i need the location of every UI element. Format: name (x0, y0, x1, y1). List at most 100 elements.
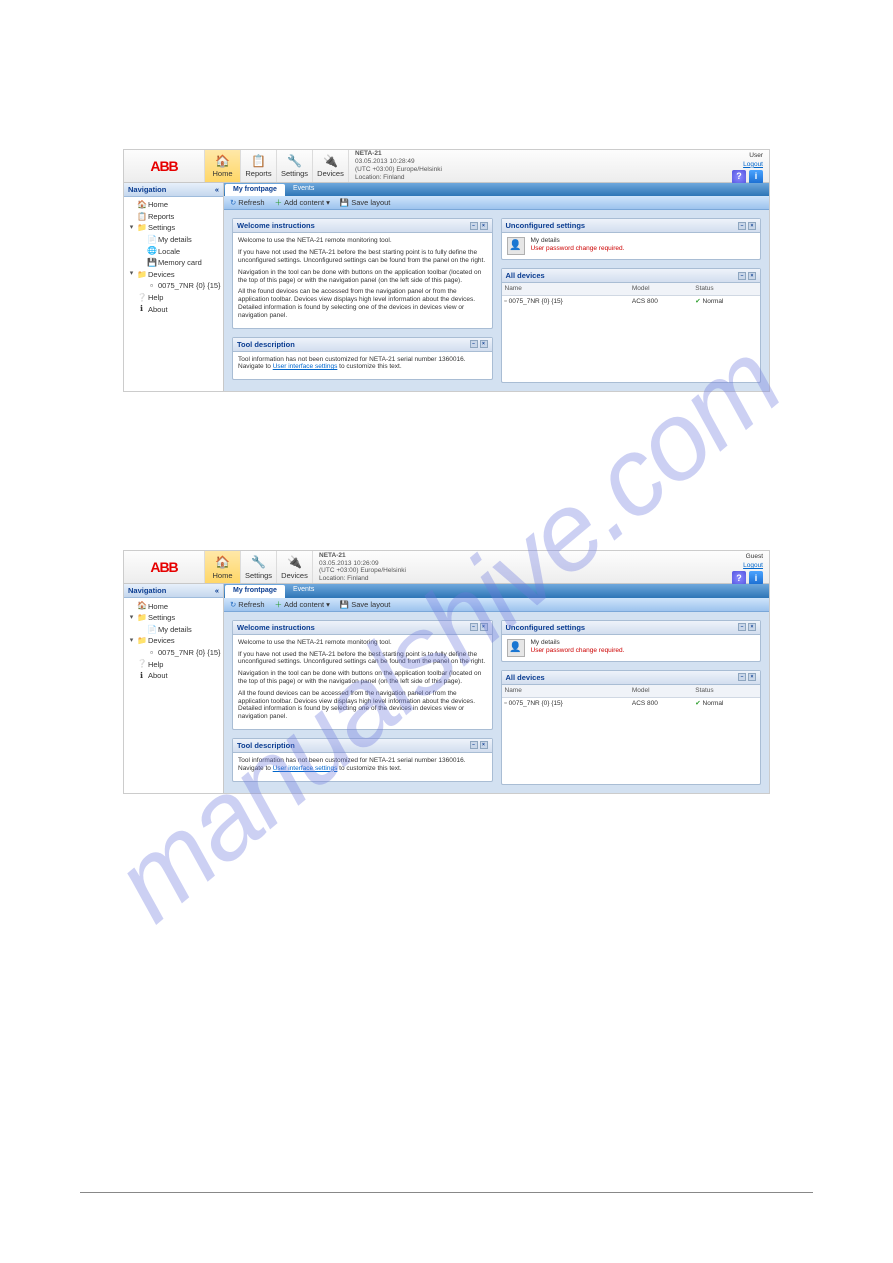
info-icon[interactable]: i (749, 170, 763, 184)
logout-link[interactable]: Logout (743, 562, 763, 570)
settings-icon: 🔧 (251, 555, 266, 569)
check-icon: ✔ (695, 298, 700, 305)
panel-close-icon[interactable]: × (748, 623, 756, 631)
nav-item-my-details[interactable]: 📄My details (124, 234, 223, 246)
save-layout-button[interactable]: 💾Save layout (340, 198, 391, 207)
ui-settings-link[interactable]: User interface settings (273, 363, 338, 370)
toolbar-btn-devices[interactable]: 🔌Devices (276, 551, 312, 583)
reports-icon: 📋 (251, 154, 266, 168)
tree-node-icon: ℹ (137, 671, 146, 681)
devices-icon: 🔌 (323, 154, 338, 168)
info-icon[interactable]: i (749, 571, 763, 585)
device-icon: ▫ (505, 298, 507, 305)
panel-close-icon[interactable]: × (480, 623, 488, 631)
expand-icon: ▾ (128, 224, 135, 232)
nav-item-my-details[interactable]: 📄My details (124, 624, 223, 636)
welcome-title: Welcome instructions (237, 623, 315, 632)
add-content-button[interactable]: ＋Add content▾ (275, 600, 330, 609)
tree-node-icon: 📋 (137, 212, 146, 222)
tab-frontpage[interactable]: My frontpage (225, 585, 285, 597)
mydetails-label: My details (531, 237, 625, 245)
nav-item-0075-7nr-0-15-[interactable]: ▫0075_7NR {0} {15} (124, 280, 223, 292)
nav-item-about[interactable]: ℹAbout (124, 303, 223, 315)
toolbar-btn-settings[interactable]: 🔧Settings (240, 551, 276, 583)
device-row[interactable]: ▫ 0075_7NR {0} {15} ACS 800 ✔ Normal (502, 296, 761, 308)
col-status[interactable]: Status (692, 283, 760, 295)
toolbar-btn-home[interactable]: 🏠Home (204, 150, 240, 182)
toolbar-btn-home[interactable]: 🏠Home (204, 551, 240, 583)
nav-item-devices[interactable]: ▾📁Devices (124, 269, 223, 281)
panel-close-icon[interactable]: × (748, 673, 756, 681)
save-layout-button[interactable]: 💾Save layout (340, 600, 391, 609)
panel-minimize-icon[interactable]: – (470, 741, 478, 749)
nav-item-memory-card[interactable]: 💾Memory card (124, 257, 223, 269)
tab-frontpage[interactable]: My frontpage (225, 184, 285, 196)
nav-item-home[interactable]: 🏠Home (124, 600, 223, 612)
add-content-button[interactable]: ＋Add content▾ (275, 198, 330, 207)
refresh-button[interactable]: ↻Refresh (230, 198, 265, 207)
toolbar-btn-label: Home (212, 169, 232, 178)
nav-item-help[interactable]: ❔Help (124, 292, 223, 304)
panel-close-icon[interactable]: × (748, 222, 756, 230)
col-model[interactable]: Model (629, 283, 692, 295)
plus-icon: ＋ (275, 600, 283, 609)
panel-close-icon[interactable]: × (480, 222, 488, 230)
col-name[interactable]: Name (502, 283, 629, 295)
col-name[interactable]: Name (502, 685, 629, 697)
nav-item-home[interactable]: 🏠Home (124, 199, 223, 211)
welcome-p2: If you have not used the NETA-21 before … (238, 249, 487, 265)
logout-link[interactable]: Logout (743, 161, 763, 169)
tree-node-icon: 🏠 (137, 200, 146, 210)
nav-item-0075-7nr-0-15-[interactable]: ▫0075_7NR {0} {15} (124, 647, 223, 659)
tree-node-icon: 📁 (137, 270, 146, 280)
tree-node-icon: 🌐 (147, 246, 156, 256)
nav-item-settings[interactable]: ▾📁Settings (124, 222, 223, 234)
tree-node-label: Help (148, 660, 163, 669)
nav-item-settings[interactable]: ▾📁Settings (124, 612, 223, 624)
nav-collapse-icon[interactable]: « (215, 586, 219, 595)
panel-minimize-icon[interactable]: – (738, 673, 746, 681)
devices-icon: 🔌 (287, 555, 302, 569)
device-row[interactable]: ▫ 0075_7NR {0} {15} ACS 800 ✔ Normal (502, 697, 761, 709)
col-status[interactable]: Status (692, 685, 760, 697)
ui-settings-link[interactable]: User interface settings (273, 765, 338, 772)
tab-events[interactable]: Events (285, 183, 322, 196)
help-icon[interactable]: ? (732, 571, 746, 585)
toolbar-btn-settings[interactable]: 🔧Settings (276, 150, 312, 182)
toolbar-btn-reports[interactable]: 📋Reports (240, 150, 276, 182)
tree-node-icon: ❔ (137, 659, 146, 669)
tree-node-icon: 🏠 (137, 601, 146, 611)
home-icon: 🏠 (215, 555, 230, 569)
nav-item-locale[interactable]: 🌐Locale (124, 245, 223, 257)
panel-minimize-icon[interactable]: – (738, 222, 746, 230)
tooldesc-text: Tool information has not been customized… (238, 356, 487, 372)
tree-node-icon: 📁 (137, 636, 146, 646)
panel-minimize-icon[interactable]: – (738, 623, 746, 631)
nav-collapse-icon[interactable]: « (215, 185, 219, 194)
panel-close-icon[interactable]: × (480, 340, 488, 348)
panel-close-icon[interactable]: × (480, 741, 488, 749)
panel-minimize-icon[interactable]: – (470, 623, 478, 631)
panel-minimize-icon[interactable]: – (470, 340, 478, 348)
toolbar-btn-devices[interactable]: 🔌Devices (312, 150, 348, 182)
chevron-down-icon: ▾ (326, 600, 330, 609)
nav-item-devices[interactable]: ▾📁Devices (124, 635, 223, 647)
check-icon: ✔ (695, 700, 700, 707)
nav-item-reports[interactable]: 📋Reports (124, 211, 223, 223)
device-icon: ▫ (505, 700, 507, 707)
help-icon[interactable]: ? (732, 170, 746, 184)
refresh-button[interactable]: ↻Refresh (230, 600, 265, 609)
panel-minimize-icon[interactable]: – (738, 272, 746, 280)
refresh-icon: ↻ (230, 198, 236, 207)
panel-minimize-icon[interactable]: – (470, 222, 478, 230)
nav-item-about[interactable]: ℹAbout (124, 670, 223, 682)
tab-events[interactable]: Events (285, 584, 322, 597)
nav-item-help[interactable]: ❔Help (124, 658, 223, 670)
nav-tree-1: 🏠Home📋Reports▾📁Settings📄My details🌐Local… (124, 197, 223, 317)
col-model[interactable]: Model (629, 685, 692, 697)
tree-node-label: Devices (148, 270, 175, 279)
welcome-p3: Navigation in the tool can be done with … (238, 269, 487, 285)
panel-close-icon[interactable]: × (748, 272, 756, 280)
welcome-p1: Welcome to use the NETA-21 remote monito… (238, 237, 487, 245)
mydetails-label: My details (531, 639, 625, 647)
